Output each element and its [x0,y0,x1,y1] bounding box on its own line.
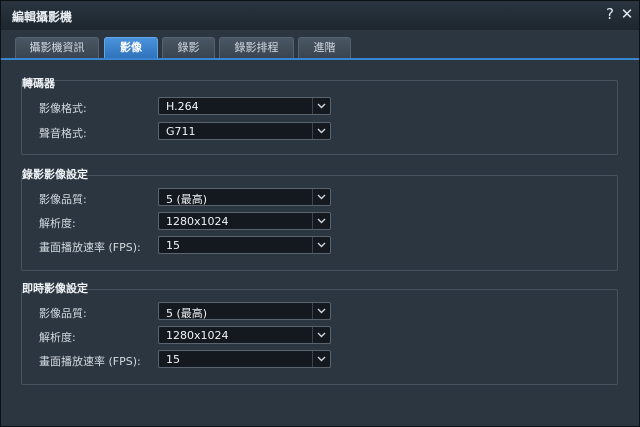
audio-format-label: 聲音格式: [39,127,87,140]
help-icon[interactable]: ? [602,5,618,23]
recording-resolution-label: 解析度: [39,217,76,230]
tab-recording[interactable]: 錄影 [162,37,215,58]
live-quality-select[interactable]: 5 (最高) [158,302,331,320]
recording-fps-select[interactable]: 15 [158,236,331,254]
codec-group-title: 轉碼器 [22,77,55,90]
video-format-select[interactable]: H.264 [158,97,331,115]
tab-camera-info[interactable]: 攝影機資訊 [15,37,99,58]
live-resolution-value: 1280x1024 [166,329,229,342]
recording-quality-value: 5 (最高) [166,193,208,206]
recording-fps-value: 15 [166,239,180,252]
chevron-down-icon[interactable] [312,237,330,253]
codec-group [21,80,618,155]
close-icon[interactable]: ✕ [619,5,635,23]
edit-camera-dialog: 編輯攝影機 ? ✕ 攝影機資訊 影像 錄影 錄影排程 進階 轉碼器 影像格式: … [0,0,640,427]
live-fps-value: 15 [166,353,180,366]
dialog-title: 編輯攝影機 [12,10,73,24]
chevron-down-icon[interactable] [312,189,330,205]
chevron-down-icon[interactable] [312,123,330,139]
tab-advanced[interactable]: 進階 [298,37,351,58]
recording-group-title: 錄影影像設定 [22,168,88,181]
video-format-label: 影像格式: [39,102,87,115]
recording-resolution-select[interactable]: 1280x1024 [158,212,331,230]
live-resolution-select[interactable]: 1280x1024 [158,326,331,344]
recording-fps-label: 畫面播放速率 (FPS): [39,241,141,254]
chevron-down-icon[interactable] [312,327,330,343]
chevron-down-icon[interactable] [312,98,330,114]
live-quality-value: 5 (最高) [166,307,208,320]
video-format-value: H.264 [166,100,199,113]
video-settings-panel: 轉碼器 影像格式: H.264 聲音格式: G711 錄影影像設定 影像品質: … [1,60,639,418]
audio-format-select[interactable]: G711 [158,122,331,140]
tab-recording-schedule[interactable]: 錄影排程 [219,37,294,58]
live-fps-select[interactable]: 15 [158,350,331,368]
title-bar[interactable]: 編輯攝影機 ? ✕ [1,1,639,31]
recording-resolution-value: 1280x1024 [166,215,229,228]
chevron-down-icon[interactable] [312,351,330,367]
live-quality-label: 影像品質: [39,307,87,320]
live-fps-label: 畫面播放速率 (FPS): [39,355,141,368]
tab-video[interactable]: 影像 [104,37,158,58]
chevron-down-icon[interactable] [312,213,330,229]
recording-quality-label: 影像品質: [39,193,87,206]
recording-quality-select[interactable]: 5 (最高) [158,188,331,206]
chevron-down-icon[interactable] [312,303,330,319]
live-group-title: 即時影像設定 [22,282,88,295]
tab-bar: 攝影機資訊 影像 錄影 錄影排程 進階 [1,30,639,58]
live-resolution-label: 解析度: [39,331,76,344]
audio-format-value: G711 [166,125,196,138]
